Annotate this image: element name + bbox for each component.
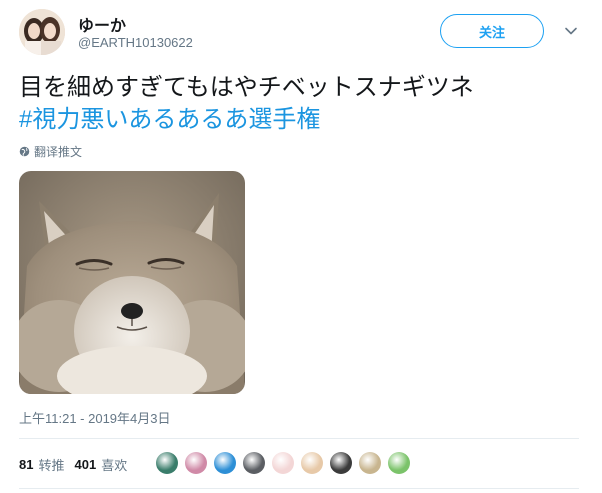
liker-avatar[interactable]: [301, 452, 323, 474]
liker-avatars: [156, 452, 417, 474]
likes-stat[interactable]: 401 喜欢: [74, 455, 127, 474]
user-avatar[interactable]: [19, 9, 65, 55]
liker-avatar[interactable]: [359, 452, 381, 474]
tweet-text: 目を細めすぎてもはやチベットスナギツネ #視力悪いあるあるあ選手権: [19, 72, 579, 136]
liker-avatar[interactable]: [388, 452, 410, 474]
screen-name[interactable]: @EARTH10130622: [78, 35, 193, 50]
retweets-label: 转推: [38, 458, 65, 473]
tweet-text-line: 目を細めすぎてもはやチベットスナギツネ: [19, 74, 474, 101]
tweet-photo[interactable]: [19, 171, 245, 394]
chevron-down-icon[interactable]: [562, 22, 580, 40]
liker-avatar[interactable]: [214, 452, 236, 474]
translate-label: 翻译推文: [34, 145, 83, 159]
follow-button[interactable]: 关注: [440, 14, 544, 48]
retweets-count: 81: [19, 457, 34, 472]
retweets-stat[interactable]: 81 转推: [19, 455, 64, 474]
globe-icon: [19, 146, 30, 157]
tweet-card: ゆーか @EARTH10130622 关注 目を細めすぎてもはやチベットスナギツ…: [0, 0, 602, 493]
likes-count: 401: [74, 457, 97, 472]
liker-avatar[interactable]: [185, 452, 207, 474]
hashtag-link[interactable]: #視力悪いあるあるあ選手権: [19, 104, 579, 136]
liker-avatar[interactable]: [156, 452, 178, 474]
tweet-stats: 81 转推 401 喜欢: [19, 455, 137, 474]
divider: [19, 488, 579, 489]
liker-avatar[interactable]: [243, 452, 265, 474]
liker-avatar[interactable]: [272, 452, 294, 474]
tibetan-fox-photo-icon: [19, 171, 245, 394]
divider: [19, 438, 579, 439]
tweet-timestamp[interactable]: 上午11:21 - 2019年4月3日: [19, 408, 171, 427]
likes-label: 喜欢: [101, 458, 128, 473]
translate-tweet-link[interactable]: 翻译推文: [19, 143, 82, 160]
display-name[interactable]: ゆーか: [78, 12, 126, 36]
avatar-photo-icon: [19, 9, 65, 55]
liker-avatar[interactable]: [330, 452, 352, 474]
